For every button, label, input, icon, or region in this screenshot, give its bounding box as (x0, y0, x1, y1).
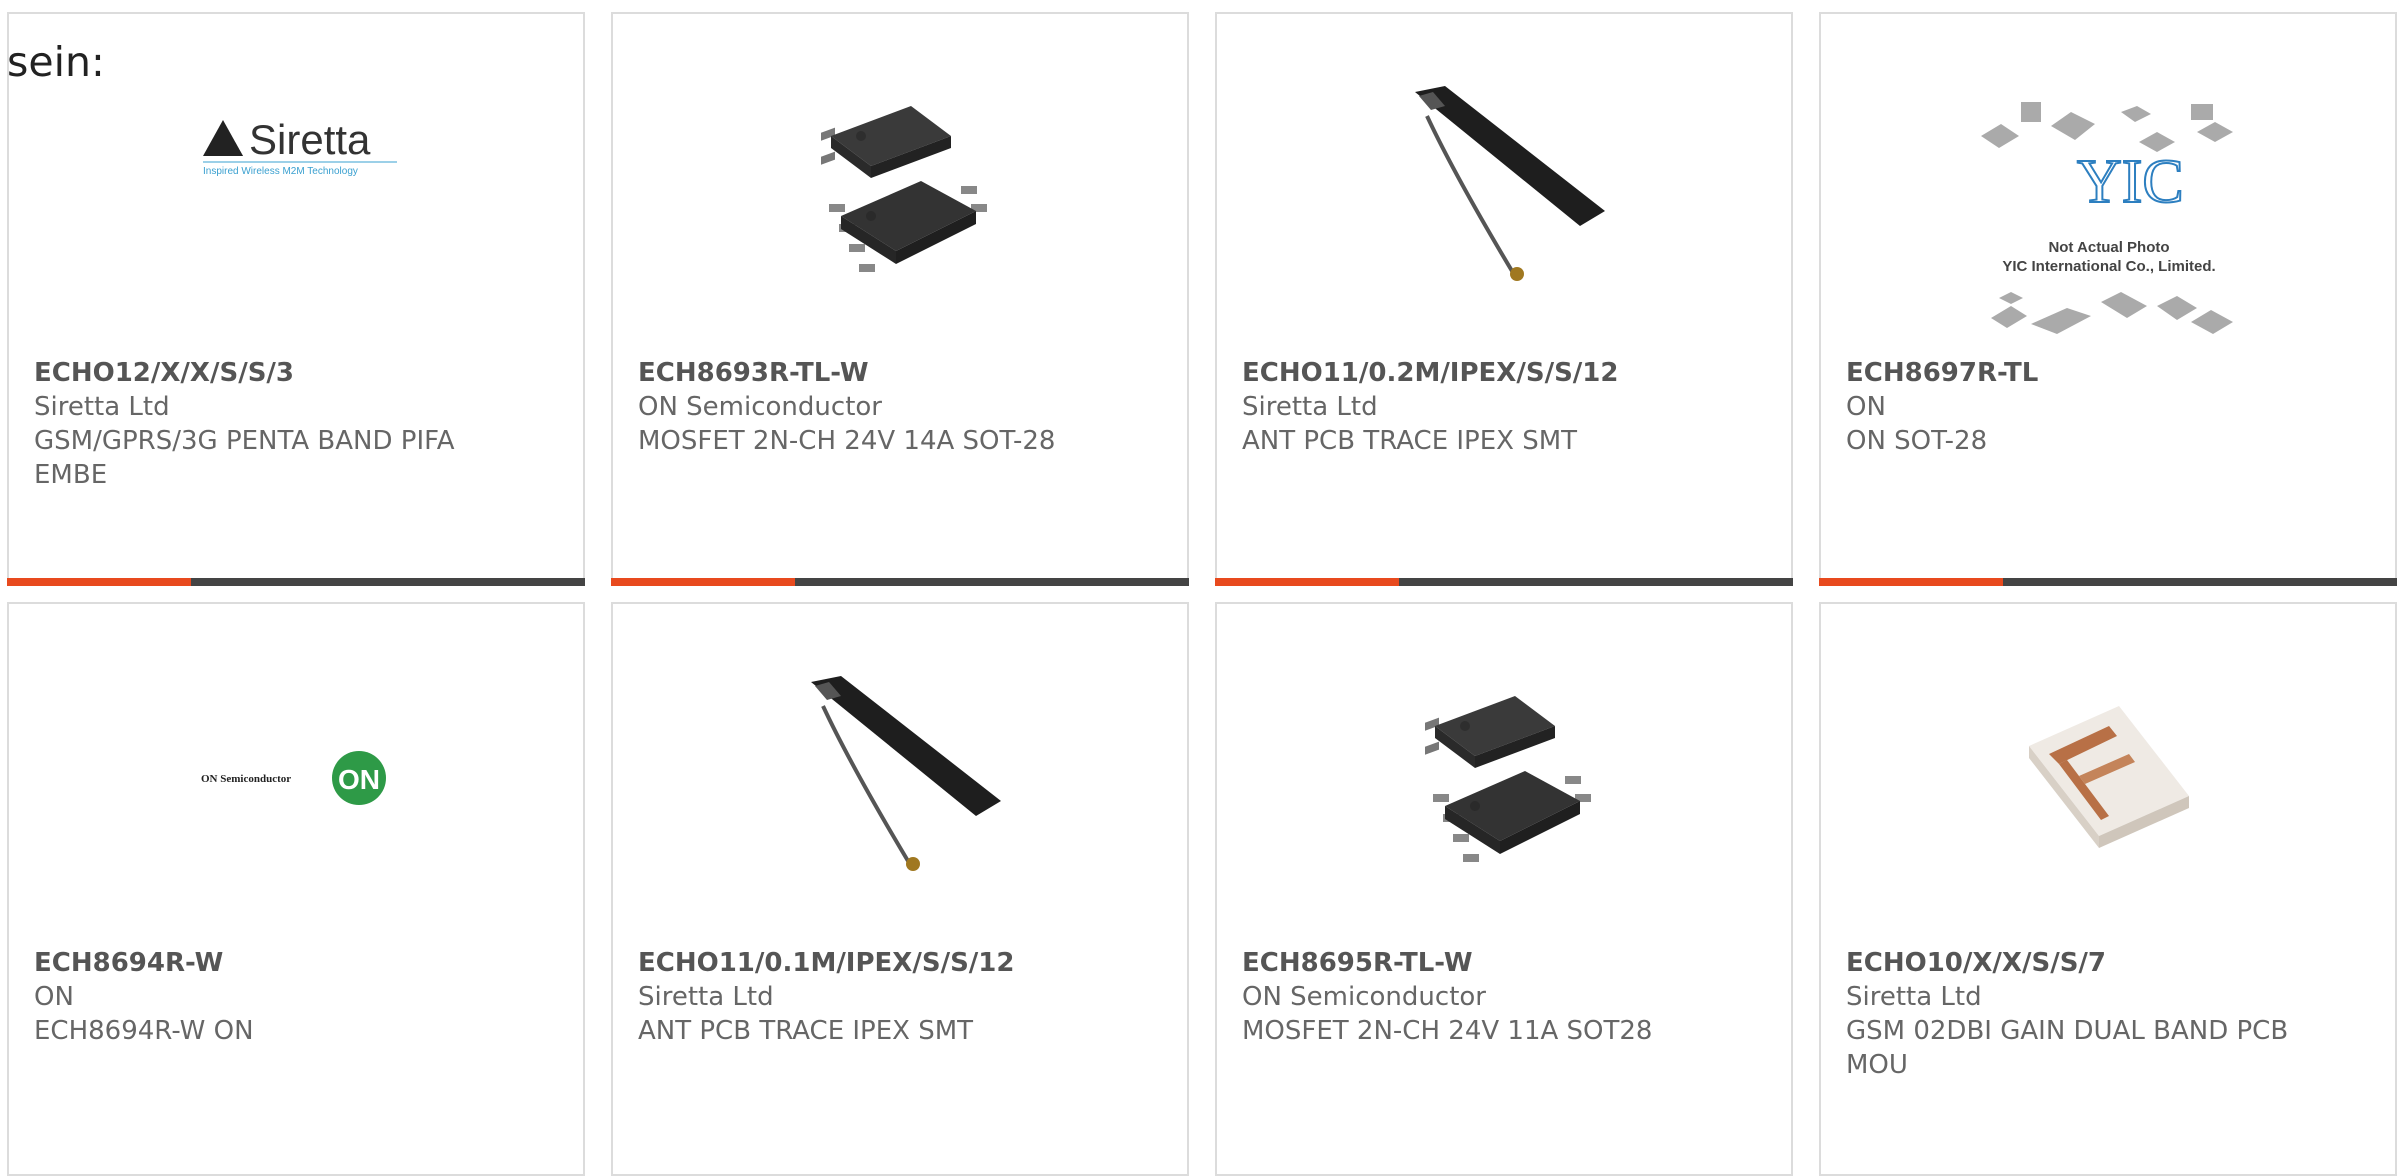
product-image-on-semi-logo: ON Semiconductor ON (189, 676, 419, 876)
manufacturer: Siretta Ltd (1846, 982, 1982, 1012)
part-number[interactable]: ECH8695R-TL-W (1242, 946, 1731, 980)
product-image-pcb-antenna (1405, 86, 1605, 286)
product-image-ic-chip (1405, 676, 1605, 876)
manufacturer: ON Semiconductor (1242, 982, 1486, 1012)
part-number[interactable]: ECH8694R-W (34, 946, 523, 980)
description: MOSFET 2N-CH 24V 11A SOT28 (1242, 1016, 1653, 1046)
manufacturer: Siretta Ltd (1242, 392, 1378, 422)
manufacturer: ON (1846, 392, 1886, 422)
image-note: Not Actual Photo (2048, 239, 2169, 256)
brand-tagline: Inspired Wireless M2M Technology (203, 166, 358, 177)
product-card[interactable]: ECH8693R-TL-W ON Semiconductor MOSFET 2N… (611, 12, 1189, 586)
card-bar (1819, 578, 2397, 586)
product-image-ic-chip (801, 86, 1001, 286)
image-note: YIC International Co., Limited. (2002, 258, 2215, 275)
product-image-pcb-antenna (801, 676, 1001, 876)
brand-wordmark: YIC (2077, 148, 2184, 216)
product-card[interactable]: ECHO11/0.1M/IPEX/S/S/12 Siretta Ltd ANT … (611, 602, 1189, 1176)
manufacturer: Siretta Ltd (34, 392, 170, 422)
manufacturer: ON Semiconductor (638, 392, 882, 422)
part-number[interactable]: ECHO11/0.1M/IPEX/S/S/12 (638, 946, 1127, 980)
description: MOSFET 2N-CH 24V 14A SOT-28 (638, 426, 1056, 456)
description: ECH8694R-W ON (34, 1016, 254, 1046)
product-image-siretta-logo: Siretta Inspired Wireless M2M Technology (197, 86, 397, 286)
manufacturer: Siretta Ltd (638, 982, 774, 1012)
product-image-yic-placeholder: YIC Not Actual Photo YIC International C… (1971, 102, 2247, 342)
product-image-ceramic-antenna (2009, 676, 2209, 876)
part-number[interactable]: ECHO12/X/X/S/S/3 (34, 356, 523, 390)
card-bar (611, 578, 1189, 586)
product-card[interactable]: ECHO11/0.2M/IPEX/S/S/12 Siretta Ltd ANT … (1215, 12, 1793, 586)
product-card[interactable]: ECHO10/X/X/S/S/7 Siretta Ltd GSM 02DBI G… (1819, 602, 2397, 1176)
product-card[interactable]: ECH8695R-TL-W ON Semiconductor MOSFET 2N… (1215, 602, 1793, 1176)
part-number[interactable]: ECH8693R-TL-W (638, 356, 1127, 390)
part-number[interactable]: ECHO10/X/X/S/S/7 (1846, 946, 2335, 980)
product-card[interactable]: YIC Not Actual Photo YIC International C… (1819, 12, 2397, 586)
description: ON SOT-28 (1846, 426, 1988, 456)
brand-wordmark: Siretta (249, 116, 371, 163)
part-number[interactable]: ECH8697R-TL (1846, 356, 2335, 390)
card-bar (1215, 578, 1793, 586)
intro-text: sein: (7, 38, 105, 86)
description: GSM/GPRS/3G PENTA BAND PIFA EMBE (34, 426, 455, 490)
manufacturer: ON (34, 982, 74, 1012)
description: ANT PCB TRACE IPEX SMT (638, 1016, 974, 1046)
card-bar (7, 578, 585, 586)
description: GSM 02DBI GAIN DUAL BAND PCB MOU (1846, 1016, 2289, 1080)
brand-mark: ON (338, 764, 380, 795)
product-card[interactable]: Siretta Inspired Wireless M2M Technology… (7, 12, 585, 586)
description: ANT PCB TRACE IPEX SMT (1242, 426, 1578, 456)
product-card[interactable]: ON Semiconductor ON ECH8694R-W ON ECH869… (7, 602, 585, 1176)
brand-wordmark: ON Semiconductor (201, 773, 291, 785)
part-number[interactable]: ECHO11/0.2M/IPEX/S/S/12 (1242, 356, 1731, 390)
